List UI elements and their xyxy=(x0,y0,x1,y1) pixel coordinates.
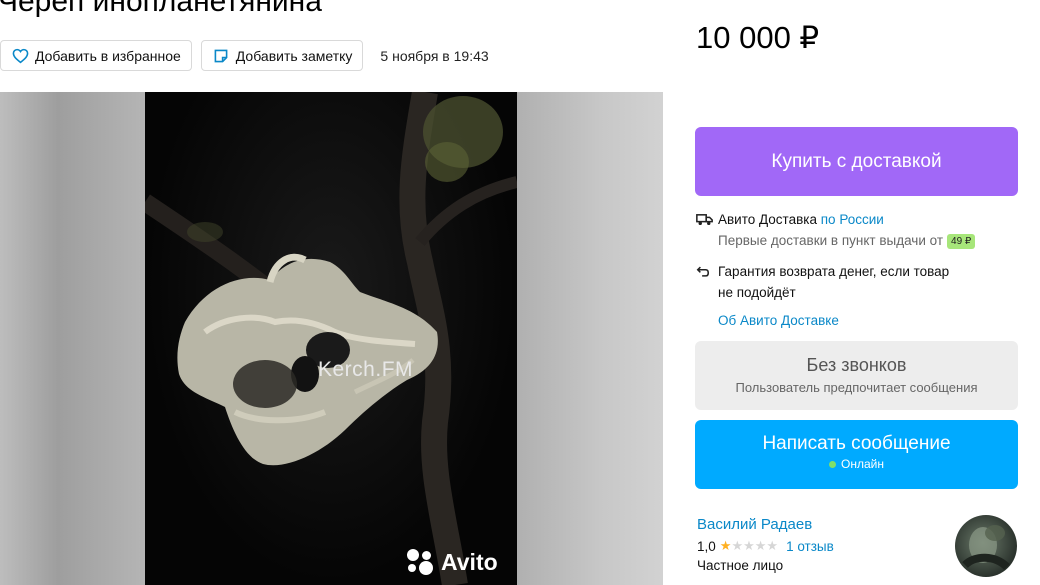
star-icon: ★ xyxy=(766,538,779,553)
seller-info: Василий Радаев 1,0 ★★★★★ 1 отзыв Частное… xyxy=(697,515,947,573)
delivery-service-name: Авито Доставка xyxy=(718,212,817,227)
add-to-favorites-button[interactable]: Добавить в избранное xyxy=(0,40,192,71)
star-icon: ★ xyxy=(731,538,744,553)
delivery-price-badge: 49 ₽ xyxy=(947,234,976,249)
return-arrow-icon xyxy=(696,261,714,282)
gallery-blur-right xyxy=(517,92,663,585)
first-delivery-text: Первые доставки в пункт выдачи от xyxy=(718,233,944,248)
star-icon: ★ xyxy=(754,538,767,553)
avatar-image xyxy=(962,525,1010,571)
gallery-blur-left xyxy=(0,92,145,585)
add-note-button[interactable]: Добавить заметку xyxy=(200,40,364,71)
note-icon xyxy=(212,47,230,65)
truck-icon xyxy=(696,209,714,230)
no-calls-subtitle: Пользователь предпочитает сообщения xyxy=(735,380,978,395)
write-message-button[interactable]: Написать сообщение Онлайн xyxy=(695,420,1018,489)
note-label: Добавить заметку xyxy=(235,47,353,64)
buy-with-delivery-button[interactable]: Купить с доставкой xyxy=(695,127,1018,196)
guarantee-text: Гарантия возврата денег, если товар xyxy=(718,264,950,279)
rating-stars: ★★★★★ xyxy=(720,538,778,554)
seller-rating: 1,0 ★★★★★ 1 отзыв xyxy=(697,538,947,554)
listing-title: Череп инопланетянина xyxy=(0,0,322,18)
photo-gallery[interactable]: Avito Kerch.FM xyxy=(0,92,663,585)
avito-logo-text: Avito xyxy=(441,548,498,575)
photo-watermark: Kerch.FM xyxy=(318,358,414,381)
guarantee-row: Гарантия возврата денег, если товар xyxy=(696,261,1026,282)
no-calls-panel: Без звонков Пользователь предпочитает со… xyxy=(695,341,1018,410)
about-delivery-link[interactable]: Об Авито Доставке xyxy=(696,310,1026,331)
listing-price: 10 000 ₽ xyxy=(696,20,820,55)
seller-type: Частное лицо xyxy=(697,558,784,573)
write-message-label: Написать сообщение xyxy=(762,433,951,454)
first-delivery-row: Первые доставки в пункт выдачи от 49 ₽ xyxy=(696,230,1026,251)
delivery-info: Авито Доставка по России Первые доставки… xyxy=(696,209,1026,331)
avito-watermark-logo: Avito xyxy=(405,547,498,577)
guarantee-text-cont: не подойдёт xyxy=(718,285,796,300)
photo-scene xyxy=(145,92,517,585)
online-status-text: Онлайн xyxy=(841,457,884,471)
listing-date: 5 ноября в 19:43 xyxy=(380,47,489,64)
online-status: Онлайн xyxy=(695,457,1018,471)
listing-photo[interactable]: Avito xyxy=(145,92,517,585)
seller-avatar[interactable] xyxy=(955,515,1017,577)
avito-dots-icon xyxy=(405,547,435,577)
seller-name-link[interactable]: Василий Радаев xyxy=(697,515,947,535)
delivery-service-row: Авито Доставка по России xyxy=(696,209,1026,230)
seller-rating-value: 1,0 xyxy=(697,538,716,554)
star-icon: ★ xyxy=(719,538,732,553)
heart-icon xyxy=(11,47,29,65)
listing-actions: Добавить в избранное Добавить заметку 5 … xyxy=(0,40,489,71)
seller-reviews-link[interactable]: 1 отзыв xyxy=(786,539,834,554)
delivery-region-link[interactable]: по России xyxy=(821,212,884,227)
favorite-label: Добавить в избранное xyxy=(35,47,181,64)
star-icon: ★ xyxy=(743,538,755,553)
no-calls-title: Без звонков xyxy=(806,355,907,375)
online-dot-icon xyxy=(829,460,837,468)
